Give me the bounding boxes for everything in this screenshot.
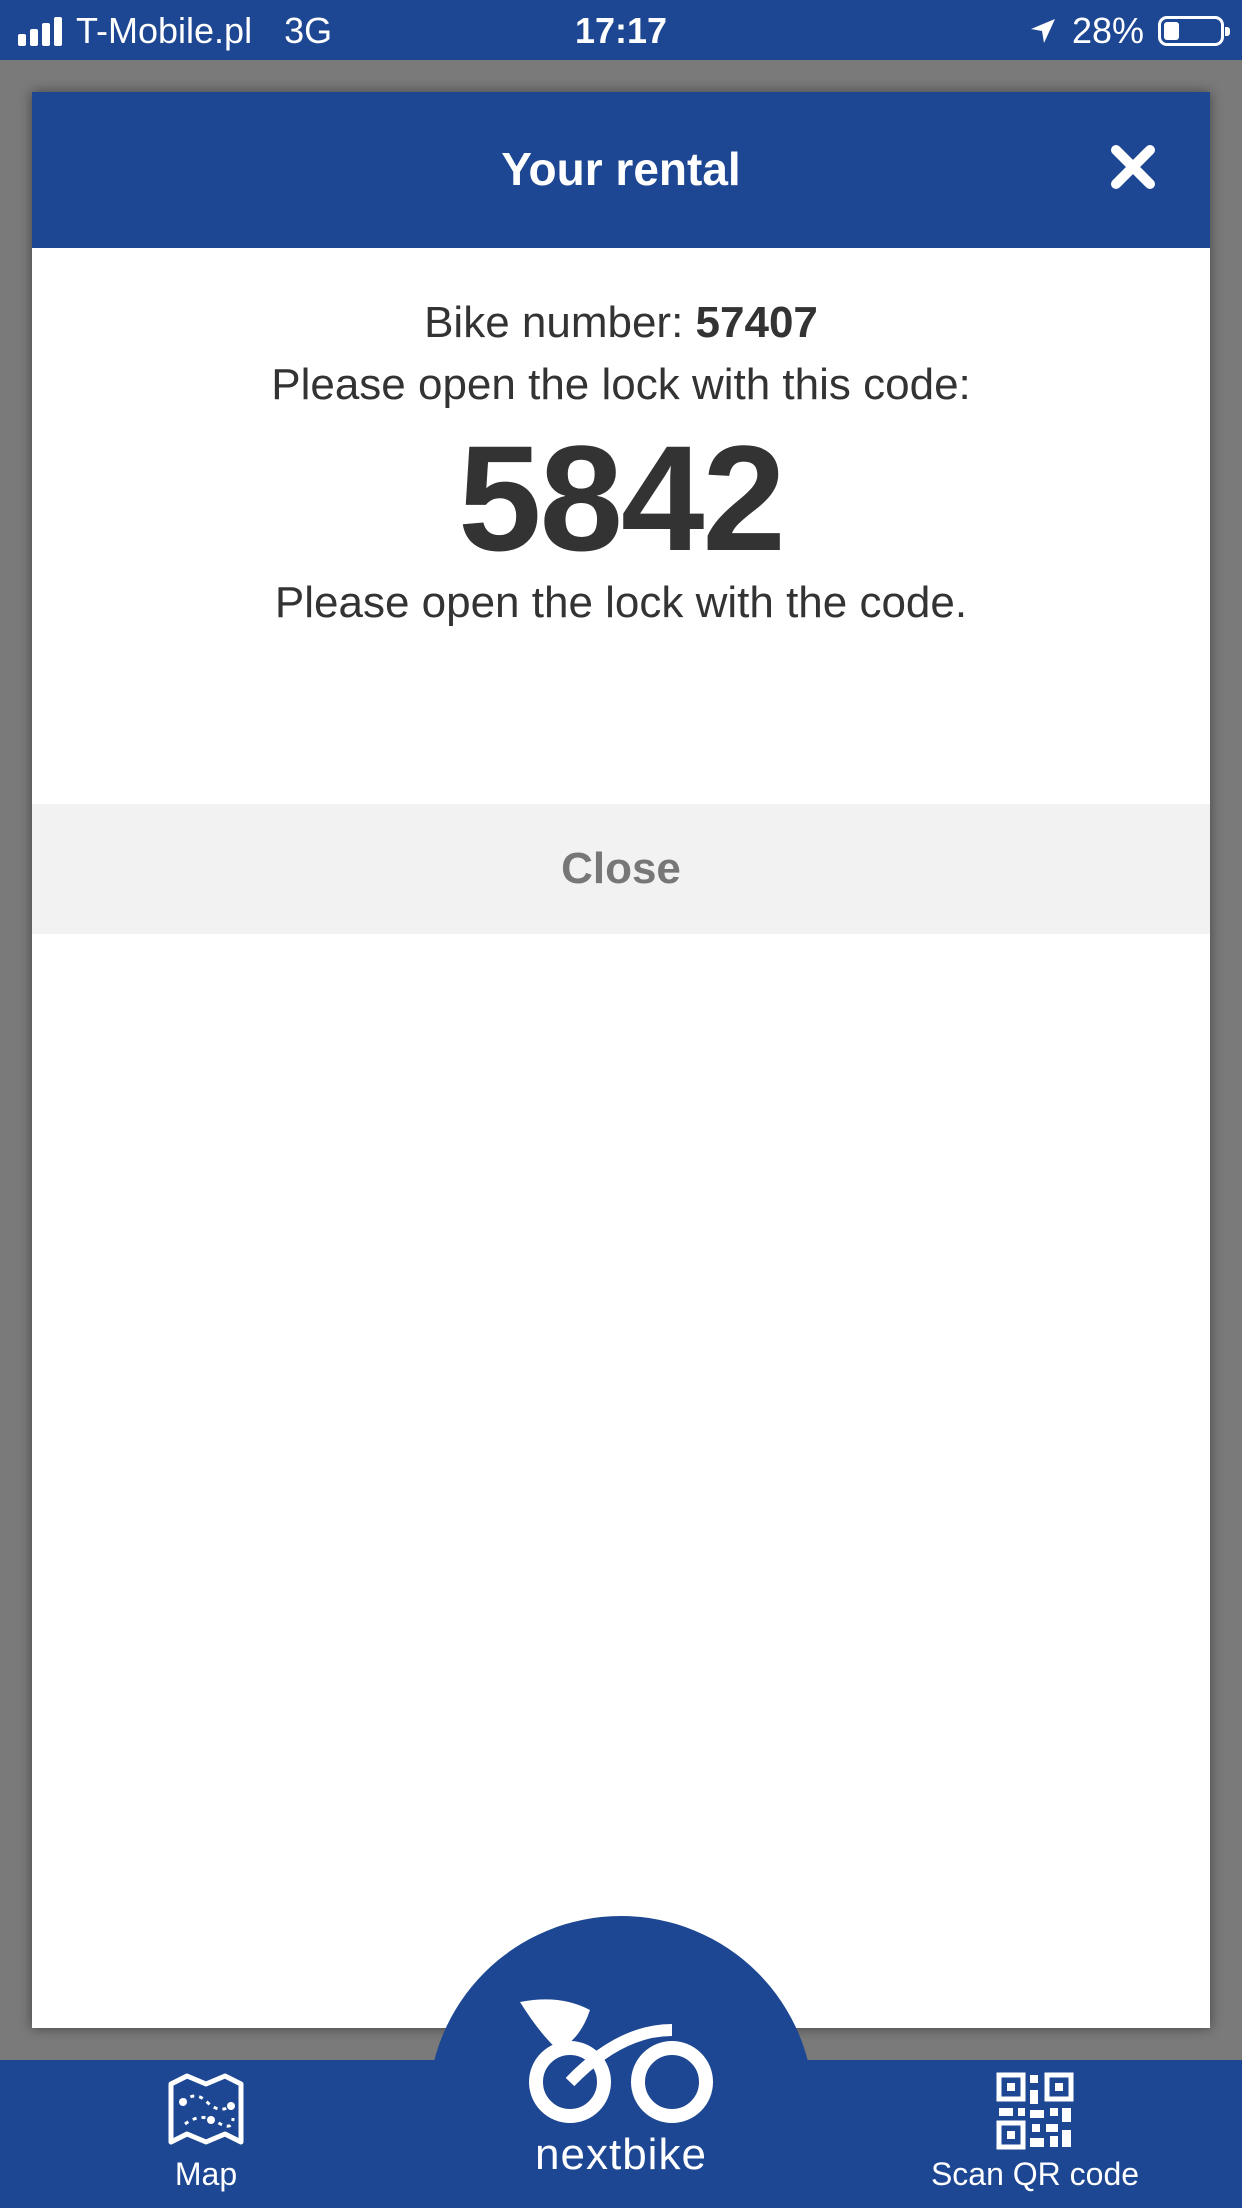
modal-header: Your rental — [32, 92, 1210, 248]
bike-number-value: 57407 — [695, 298, 818, 347]
bike-number-label: Bike number: — [424, 298, 696, 347]
close-icon[interactable] — [1108, 142, 1158, 192]
location-arrow-icon — [1030, 19, 1055, 43]
qr-code-icon — [996, 2072, 1074, 2150]
battery-level-fill — [1164, 22, 1179, 40]
map-icon — [168, 2073, 244, 2145]
nav-scan-label: Scan QR code — [930, 2156, 1140, 2192]
close-button[interactable]: Close — [32, 804, 1210, 934]
nextbike-logo[interactable]: nextbike — [500, 1990, 742, 2190]
status-right: 28% — [1028, 10, 1230, 52]
nav-scan-qr[interactable]: Scan QR code — [915, 2072, 1155, 2193]
modal-title: Your rental — [501, 143, 741, 195]
nav-map[interactable]: Map — [146, 2072, 266, 2193]
lock-note: Please open the lock with the code. — [274, 578, 968, 627]
rental-modal: Your rental Bike number: 57407 Please op… — [32, 92, 1210, 2028]
logo-text: nextbike — [535, 2130, 707, 2179]
status-bar: T-Mobile.pl 3G 17:17 28% — [0, 0, 1242, 60]
bike-logo-icon — [520, 1999, 713, 2123]
nav-map-label: Map — [174, 2156, 238, 2192]
bike-number-line: Bike number: 57407 — [32, 298, 1210, 348]
lock-instruction: Please open the lock with this code: — [271, 360, 971, 409]
battery-icon — [1158, 16, 1230, 46]
battery-percent: 28% — [1071, 10, 1144, 51]
lock-code: 5842 — [458, 414, 786, 582]
